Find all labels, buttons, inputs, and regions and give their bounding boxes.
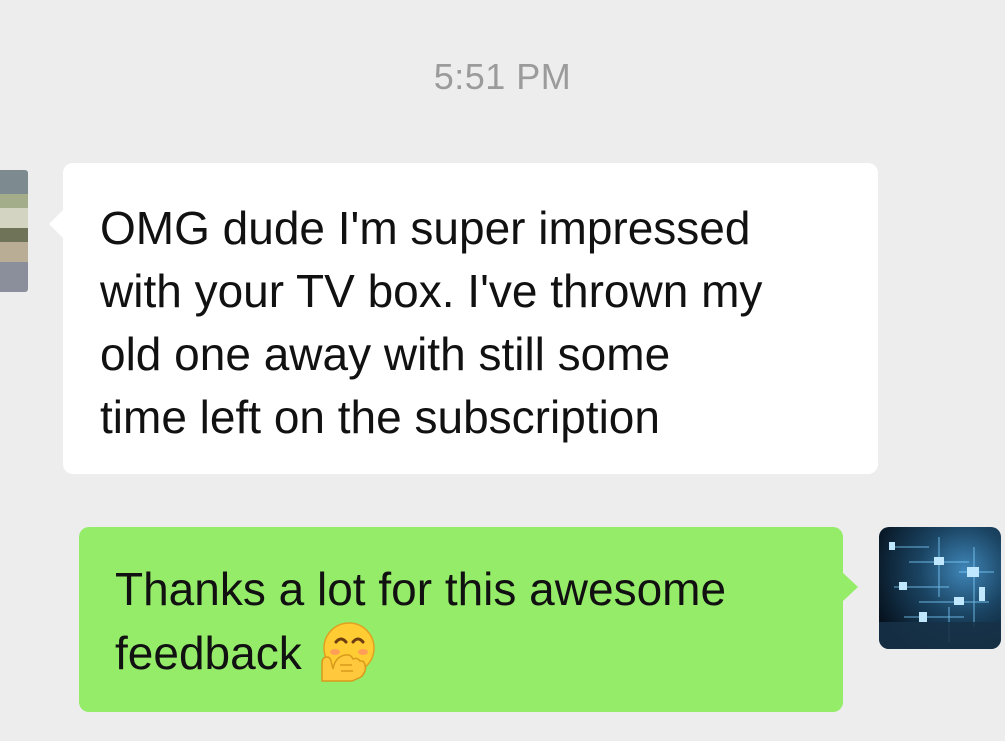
user-avatar[interactable] [879,527,1001,649]
outgoing-message-text: Thanks a lot for this awesome feedback [115,563,727,679]
chat-timestamp: 5:51 PM [433,56,572,97]
face-with-hand-over-mouth-icon [316,621,378,688]
sender-avatar[interactable] [0,170,28,292]
outgoing-message-bubble[interactable]: Thanks a lot for this awesome feedback [79,527,858,712]
incoming-message-bubble[interactable]: OMG dude I'm super impressed with your T… [49,163,878,474]
incoming-message-text: OMG dude I'm super impressed with your T… [100,202,763,443]
